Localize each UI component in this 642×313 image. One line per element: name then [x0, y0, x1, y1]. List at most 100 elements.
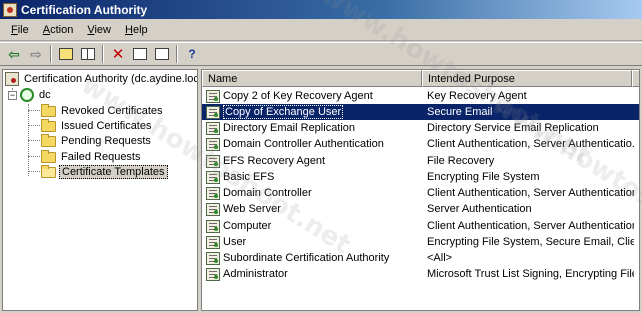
template-name: Copy 2 of Key Recovery Agent — [223, 90, 373, 102]
template-purpose: Server Authentication — [427, 203, 532, 215]
certificate-template-icon — [206, 121, 220, 135]
certificate-template-icon — [206, 267, 220, 281]
template-name: Directory Email Replication — [223, 122, 356, 134]
menu-view[interactable]: View — [80, 24, 118, 36]
folder-icon — [41, 149, 56, 163]
up-folder-icon — [59, 48, 73, 60]
tree-item-issued-certificates[interactable]: Issued Certificates — [41, 118, 153, 134]
list-item[interactable]: Domain Controller Authentication Client … — [202, 136, 639, 152]
tree-item-label: Certification Authority (dc.aydine.loc — [24, 73, 198, 85]
menu-file[interactable]: File — [4, 24, 36, 36]
template-name: Basic EFS — [223, 171, 275, 183]
tree-item-root[interactable]: Certification Authority (dc.aydine.loc — [5, 71, 198, 87]
template-name: User — [223, 236, 247, 248]
export-list-icon — [155, 48, 169, 60]
ca-server-icon — [20, 88, 34, 102]
tree-connector — [28, 171, 40, 172]
tree-item-server[interactable]: − dc — [8, 87, 53, 103]
column-header-name[interactable]: Name — [202, 70, 422, 87]
certificate-template-icon — [206, 105, 220, 119]
certificate-template-icon — [206, 89, 220, 103]
template-name: Domain Controller Authentication — [223, 138, 384, 150]
certificate-template-icon — [206, 235, 220, 249]
tree-item-label: Pending Requests — [61, 135, 151, 147]
show-hide-tree-icon — [81, 48, 95, 60]
tree-item-label: Certificate Templates — [59, 165, 168, 179]
list-item[interactable]: Directory Email Replication Directory Se… — [202, 120, 639, 136]
open-folder-icon — [41, 164, 56, 178]
list-item[interactable]: Domain Controller Client Authentication,… — [202, 185, 639, 201]
certificate-template-icon — [206, 202, 220, 216]
certificate-template-icon — [206, 251, 220, 265]
tree-item-pending-requests[interactable]: Pending Requests — [41, 133, 153, 149]
up-one-level-button[interactable] — [55, 44, 77, 64]
list-header: Name Intended Purpose — [202, 70, 639, 87]
certification-authority-icon — [5, 72, 19, 86]
column-header-filler — [632, 70, 639, 87]
certificate-template-icon — [206, 137, 220, 151]
template-name: Domain Controller — [223, 187, 312, 199]
menu-action[interactable]: Action — [36, 24, 81, 36]
template-purpose: Client Authentication, Server Authentica… — [427, 138, 634, 150]
tree-item-label: Issued Certificates — [61, 120, 152, 132]
forward-button[interactable]: ⇨ — [25, 44, 47, 64]
menu-help[interactable]: Help — [118, 24, 155, 36]
tree-item-label: Revoked Certificates — [61, 105, 163, 117]
certificate-template-icon — [206, 219, 220, 233]
template-name: Copy of Exchange User — [223, 105, 344, 119]
tree-connector — [28, 156, 40, 157]
collapse-icon[interactable]: − — [8, 90, 17, 100]
template-name: Web Server — [223, 203, 281, 215]
template-purpose: Key Recovery Agent — [427, 90, 527, 102]
template-purpose: <All> — [427, 252, 453, 264]
template-purpose: Microsoft Trust List Signing, Encrypting… — [427, 268, 634, 280]
list-item[interactable]: User Encrypting File System, Secure Emai… — [202, 234, 639, 250]
list-item[interactable]: Copy 2 of Key Recovery Agent Key Recover… — [202, 88, 639, 104]
export-list-button[interactable] — [151, 44, 173, 64]
list-item[interactable]: Computer Client Authentication, Server A… — [202, 218, 639, 234]
back-arrow-icon: ⇦ — [8, 45, 20, 62]
template-name: EFS Recovery Agent — [223, 155, 326, 167]
tree-connector — [28, 110, 40, 111]
template-name: Administrator — [223, 268, 288, 280]
template-purpose: Client Authentication, Server Authentica… — [427, 220, 634, 232]
list-item[interactable]: EFS Recovery Agent File Recovery — [202, 153, 639, 169]
list-item[interactable]: Administrator Microsoft Trust List Signi… — [202, 266, 639, 282]
help-button[interactable]: ? — [181, 44, 203, 64]
delete-button[interactable]: ✕ — [107, 44, 129, 64]
toolbar: ⇦ ⇨ ✕ ? — [0, 42, 642, 66]
tree-connector — [28, 140, 40, 141]
toolbar-separator — [50, 45, 52, 63]
details-list[interactable]: Name Intended Purpose Copy 2 of Key Reco… — [201, 69, 640, 311]
folder-icon — [41, 118, 56, 132]
column-header-intended-purpose[interactable]: Intended Purpose — [422, 70, 632, 87]
template-name: Subordinate Certification Authority — [223, 252, 390, 264]
folder-icon — [41, 103, 56, 117]
template-purpose: Secure Email — [427, 106, 493, 118]
help-icon: ? — [188, 47, 196, 61]
list-item[interactable]: Subordinate Certification Authority <All… — [202, 250, 639, 266]
template-purpose: Encrypting File System, Secure Email, Cl… — [427, 236, 634, 248]
toolbar-separator — [102, 45, 104, 63]
menu-bar: File Action View Help — [0, 19, 642, 41]
certificate-template-icon — [206, 186, 220, 200]
template-name: Computer — [223, 220, 272, 232]
certificate-template-icon — [206, 154, 220, 168]
list-item[interactable]: Copy of Exchange User Secure Email — [202, 104, 639, 120]
back-button[interactable]: ⇦ — [3, 44, 25, 64]
tree-item-label: dc — [39, 89, 51, 101]
tree-item-failed-requests[interactable]: Failed Requests — [41, 149, 143, 165]
console-tree[interactable]: Certification Authority (dc.aydine.loc −… — [2, 69, 198, 311]
window-title: Certification Authority — [21, 2, 148, 17]
tree-item-certificate-templates[interactable]: Certificate Templates — [41, 164, 168, 180]
template-purpose: Client Authentication, Server Authentica… — [427, 187, 634, 199]
title-bar: Certification Authority — [0, 0, 642, 19]
toolbar-separator — [176, 45, 178, 63]
tree-connector — [28, 125, 40, 126]
list-item[interactable]: Web Server Server Authentication — [202, 201, 639, 217]
tree-item-revoked-certificates[interactable]: Revoked Certificates — [41, 103, 165, 119]
properties-button[interactable] — [129, 44, 151, 64]
template-purpose: Directory Service Email Replication — [427, 122, 599, 134]
show-hide-tree-button[interactable] — [77, 44, 99, 64]
list-item[interactable]: Basic EFS Encrypting File System — [202, 169, 639, 185]
